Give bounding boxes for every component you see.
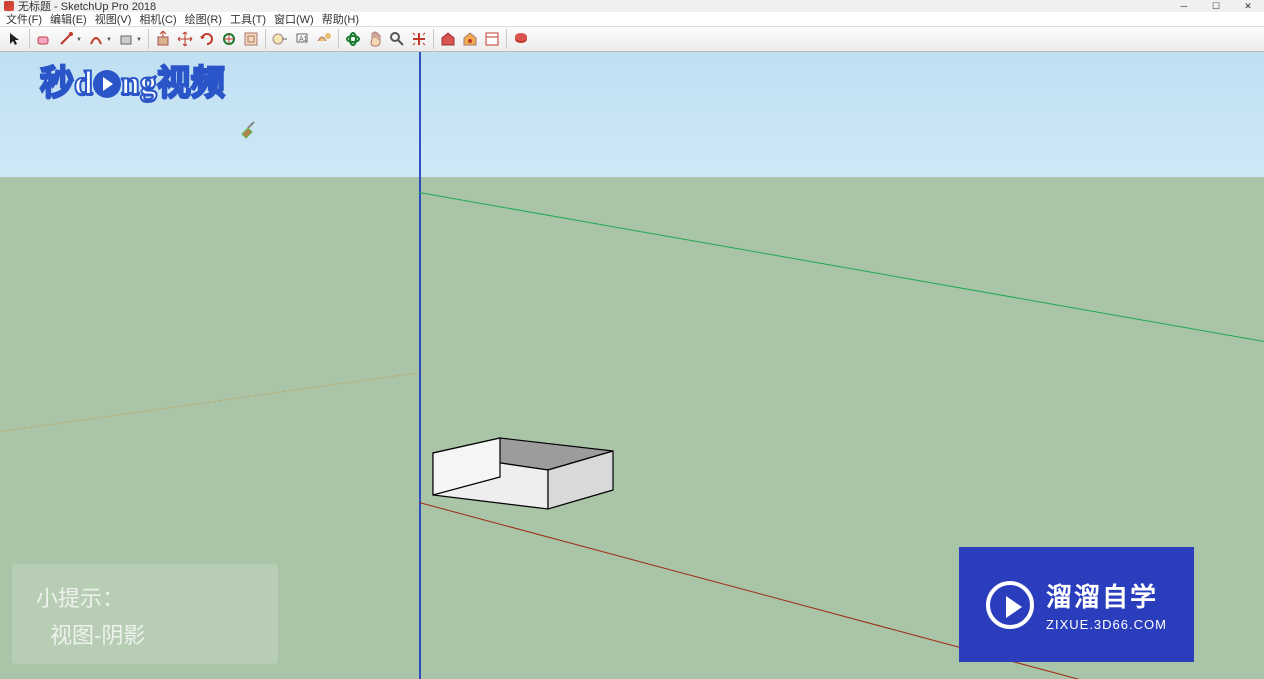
hint-line2: 视图-阴影 xyxy=(36,617,254,654)
play-circle-icon xyxy=(93,70,121,98)
svg-text:A1: A1 xyxy=(299,36,308,43)
brand-url: ZIXUE.3D66.COM xyxy=(1046,617,1167,632)
viewport[interactable]: 秒dng视频 小提示： 视图-阴影 溜溜自学 ZIXUE.3D66.COM xyxy=(0,52,1264,679)
zoom-extents-tool-icon[interactable] xyxy=(409,29,429,49)
offset-tool-icon[interactable] xyxy=(241,29,261,49)
menu-bar: 文件(F) 编辑(E) 视图(V) 相机(C) 绘图(R) 工具(T) 窗口(W… xyxy=(0,12,1264,27)
arc-tool-icon[interactable] xyxy=(86,29,106,49)
advanced-tool-icon[interactable] xyxy=(511,29,531,49)
close-button[interactable]: ✕ xyxy=(1232,0,1264,12)
menu-window[interactable]: 窗口(W) xyxy=(270,11,318,27)
pushpull-tool-icon[interactable] xyxy=(153,29,173,49)
watermark-text-left: 秒d xyxy=(40,65,93,102)
maximize-button[interactable]: ☐ xyxy=(1200,0,1232,12)
eraser-tool-icon[interactable] xyxy=(34,29,54,49)
shape-tool-icon[interactable] xyxy=(116,29,136,49)
app-icon xyxy=(4,1,14,11)
watermark-text-right: ng视频 xyxy=(121,65,225,102)
watermark-logo: 秒dng视频 xyxy=(40,55,225,104)
layout-icon[interactable] xyxy=(482,29,502,49)
menu-draw[interactable]: 绘图(R) xyxy=(181,11,226,27)
orbit-tool-icon[interactable] xyxy=(343,29,363,49)
axis-z xyxy=(419,52,421,679)
scale-tool-icon[interactable] xyxy=(219,29,239,49)
hint-overlay: 小提示： 视图-阴影 xyxy=(12,564,278,664)
window-title: 无标题 - SketchUp Pro 2018 xyxy=(18,0,156,14)
rotate-tool-icon[interactable] xyxy=(197,29,217,49)
hint-line1: 小提示： xyxy=(36,580,254,617)
dimension-tool-icon[interactable]: A1 xyxy=(292,29,312,49)
menu-help[interactable]: 帮助(H) xyxy=(318,11,363,27)
ext-warehouse-icon[interactable] xyxy=(460,29,480,49)
text-tool-icon[interactable] xyxy=(314,29,334,49)
menu-tools[interactable]: 工具(T) xyxy=(226,11,270,27)
title-bar: 无标题 - SketchUp Pro 2018 ─ ☐ ✕ xyxy=(0,0,1264,12)
zoom-tool-icon[interactable] xyxy=(387,29,407,49)
tape-tool-icon[interactable] xyxy=(270,29,290,49)
pan-tool-icon[interactable] xyxy=(365,29,385,49)
brand-title: 溜溜自学 xyxy=(1046,577,1158,614)
move-tool-icon[interactable] xyxy=(175,29,195,49)
brand-overlay: 溜溜自学 ZIXUE.3D66.COM xyxy=(959,547,1194,662)
warehouse-icon[interactable] xyxy=(438,29,458,49)
paint-cursor-icon xyxy=(240,120,258,138)
window-controls: ─ ☐ ✕ xyxy=(1168,0,1264,12)
select-tool-icon[interactable] xyxy=(5,29,25,49)
model-box[interactable] xyxy=(430,405,620,510)
minimize-button[interactable]: ─ xyxy=(1168,0,1200,12)
line-tool-icon[interactable] xyxy=(56,29,76,49)
brand-play-icon xyxy=(986,581,1034,629)
toolbar: A1 xyxy=(0,27,1264,52)
